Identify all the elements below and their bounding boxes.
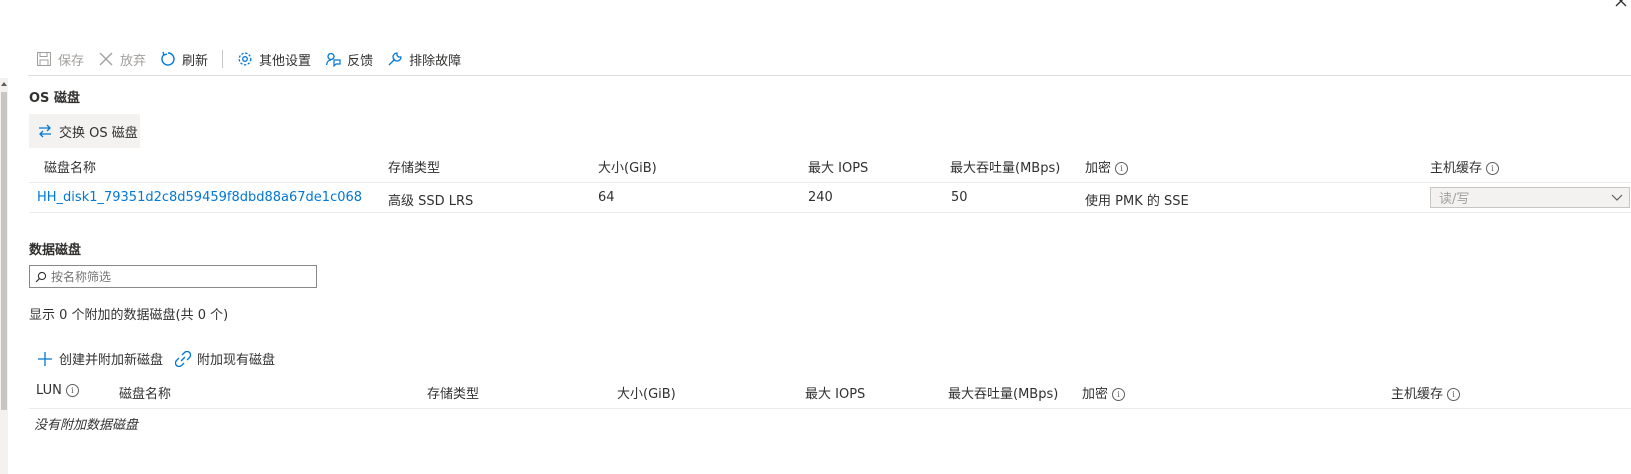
toolbar: 保存 放弃 刷新 其他设置 反馈 排除故障 xyxy=(36,49,461,69)
host-caching-dropdown[interactable]: 读/写 xyxy=(1430,187,1630,208)
os-col-host-caching: 主机缓存 i xyxy=(1430,157,1500,176)
os-disk-storage-type: 高级 SSD LRS xyxy=(388,194,474,209)
swap-icon xyxy=(39,124,51,138)
other-settings-button[interactable]: 其他设置 xyxy=(237,50,311,69)
troubleshoot-button[interactable]: 排除故障 xyxy=(387,50,461,69)
data-col-lun-label: LUN xyxy=(36,383,62,398)
data-col-storage-type: 存储类型 xyxy=(427,387,480,402)
data-col-host-caching: 主机缓存 i xyxy=(1391,383,1461,402)
data-col-max-iops: 最大 IOPS xyxy=(805,387,866,402)
os-disk-encryption: 使用 PMK 的 SSE xyxy=(1085,194,1189,209)
os-col-name: 磁盘名称 xyxy=(44,161,97,176)
data-col-host-caching-label: 主机缓存 xyxy=(1391,387,1444,402)
info-icon[interactable]: i xyxy=(1112,388,1126,401)
data-col-max-throughput: 最大吞吐量(MBps) xyxy=(948,387,1059,402)
attach-existing-disk-button[interactable]: 附加现有磁盘 xyxy=(175,349,275,368)
feedback-button[interactable]: 反馈 xyxy=(325,50,373,69)
os-disk-name-link[interactable]: HH_disk1_79351d2c8d59459f8dbd88a67de1c06… xyxy=(37,190,362,205)
chevron-down-icon xyxy=(1611,194,1623,201)
info-icon[interactable]: i xyxy=(1447,388,1461,401)
swap-os-disk-button[interactable]: 交换 OS 磁盘 xyxy=(29,114,140,148)
data-disks-empty-text: 没有附加数据磁盘 xyxy=(34,418,139,433)
close-icon[interactable] xyxy=(1614,0,1628,8)
info-icon[interactable]: i xyxy=(65,384,79,397)
swap-os-disk-label: 交换 OS 磁盘 xyxy=(59,125,138,141)
toolbar-divider xyxy=(222,50,224,68)
create-attach-label: 创建并附加新磁盘 xyxy=(59,353,164,368)
os-col-storage-type: 存储类型 xyxy=(388,161,441,176)
data-header-divider xyxy=(29,408,1631,409)
create-attach-disk-button[interactable]: 创建并附加新磁盘 xyxy=(37,349,163,368)
filter-input[interactable] xyxy=(51,269,301,284)
wrench-icon xyxy=(388,52,402,66)
gear-icon xyxy=(238,52,252,66)
os-col-host-caching-label: 主机缓存 xyxy=(1430,161,1483,176)
data-col-encryption-label: 加密 xyxy=(1082,387,1109,402)
data-disks-title: 数据磁盘 xyxy=(29,243,82,258)
os-disk-max-iops: 240 xyxy=(808,190,833,205)
feedback-icon xyxy=(325,52,341,67)
refresh-icon xyxy=(161,51,175,66)
refresh-button[interactable]: 刷新 xyxy=(160,50,208,69)
info-icon[interactable]: i xyxy=(1486,162,1500,175)
os-col-size: 大小(GiB) xyxy=(598,161,657,176)
close-icon xyxy=(99,52,113,66)
info-icon[interactable]: i xyxy=(1115,162,1129,175)
filter-input-box[interactable] xyxy=(29,265,317,288)
data-col-size: 大小(GiB) xyxy=(617,387,676,402)
troubleshoot-label: 排除故障 xyxy=(409,53,462,69)
save-label: 保存 xyxy=(58,53,85,69)
plus-icon xyxy=(38,351,52,366)
other-settings-label: 其他设置 xyxy=(259,53,312,69)
os-disk-size: 64 xyxy=(598,190,615,205)
os-col-encryption-label: 加密 xyxy=(1085,161,1112,176)
data-col-name: 磁盘名称 xyxy=(119,387,172,402)
data-col-lun: LUN i xyxy=(36,383,79,398)
os-col-max-iops: 最大 IOPS xyxy=(808,161,869,176)
save-button[interactable]: 保存 xyxy=(36,50,84,69)
refresh-label: 刷新 xyxy=(182,53,209,69)
os-header-divider xyxy=(29,182,1631,183)
data-col-encryption: 加密 i xyxy=(1082,383,1126,402)
os-disk-title: OS 磁盘 xyxy=(29,91,80,106)
save-icon xyxy=(37,52,51,66)
host-caching-value: 读/写 xyxy=(1439,192,1470,207)
attach-existing-label: 附加现有磁盘 xyxy=(197,353,276,368)
os-disk-max-throughput: 50 xyxy=(951,190,968,205)
discard-button[interactable]: 放弃 xyxy=(98,50,146,69)
scrollbar-up-arrow[interactable] xyxy=(1,82,7,86)
os-col-max-throughput: 最大吞吐量(MBps) xyxy=(950,161,1061,176)
search-icon xyxy=(35,271,47,282)
attach-link-icon xyxy=(175,350,191,367)
os-row-divider xyxy=(29,212,1631,213)
discard-label: 放弃 xyxy=(120,53,147,69)
toolbar-bottom-border xyxy=(28,75,1631,76)
scrollbar-thumb[interactable] xyxy=(1,92,7,410)
data-disks-summary: 显示 0 个附加的数据磁盘(共 0 个) xyxy=(29,308,229,323)
feedback-label: 反馈 xyxy=(347,53,374,69)
os-col-encryption: 加密 i xyxy=(1085,157,1129,176)
